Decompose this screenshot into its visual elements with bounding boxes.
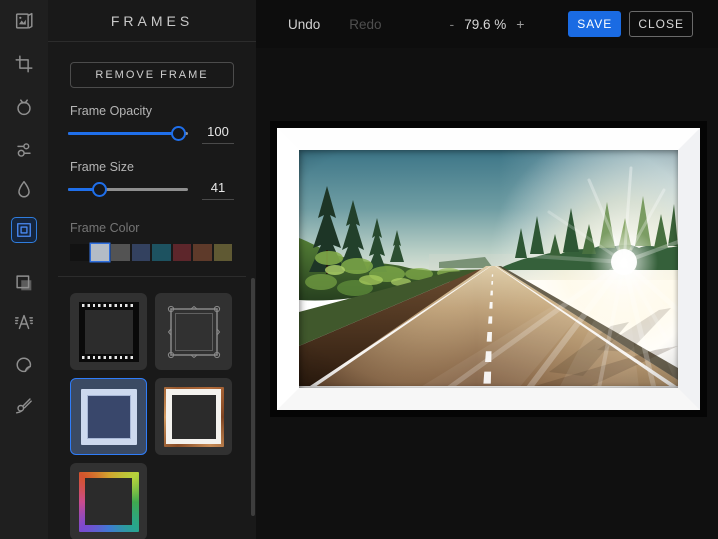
frame-color-swatch-0[interactable] [70, 244, 89, 261]
panel-scrollbar[interactable] [251, 278, 255, 516]
frame-color-swatch-3[interactable] [131, 244, 150, 261]
stickers-tool-icon[interactable] [11, 352, 37, 378]
frame-color-swatch-7[interactable] [213, 244, 232, 261]
frame-size-value[interactable]: 41 [202, 180, 234, 200]
panel-header: FRAMES [48, 0, 256, 42]
remove-frame-button[interactable]: REMOVE FRAME [70, 62, 234, 88]
panel-title: FRAMES [110, 12, 194, 29]
liquify-tool-icon[interactable] [11, 176, 37, 202]
adjust-tool-icon[interactable] [11, 94, 37, 120]
frame-thumb-classic-matte[interactable] [70, 378, 147, 455]
frame-color-swatch-2[interactable] [111, 244, 130, 261]
frame-size-label: Frame Size [70, 160, 134, 174]
frame-color-swatches [70, 244, 234, 261]
frame-thumb-film-strip[interactable] [70, 293, 147, 370]
slider-track[interactable] [68, 188, 188, 191]
canvas-photo [299, 150, 678, 388]
image-tool-icon[interactable] [11, 8, 37, 34]
workspace: Undo Redo - 79.6 % + SAVE CLOSE [256, 0, 718, 539]
frame-opacity-value[interactable]: 100 [202, 124, 234, 144]
frame-color-swatch-5[interactable] [172, 244, 191, 261]
save-button[interactable]: SAVE [568, 11, 622, 37]
draw-tool-icon[interactable] [11, 392, 37, 418]
slider-handle[interactable] [91, 181, 107, 197]
undo-button[interactable]: Undo [288, 17, 320, 32]
zoom-in-button[interactable]: + [506, 16, 534, 32]
zoom-level: 79.6 % [464, 16, 507, 32]
frame-thumb-grunge[interactable] [155, 378, 232, 455]
panel-divider [58, 276, 246, 277]
frame-matte [277, 128, 700, 410]
photo-editor-app: FRAMES REMOVE FRAME Frame Opacity 100 Fr… [0, 0, 718, 539]
frame-color-swatch-4[interactable] [152, 244, 171, 261]
redo-button[interactable]: Redo [349, 17, 381, 32]
zoom-out-button[interactable]: - [440, 16, 465, 32]
effects-tool-icon[interactable] [11, 137, 37, 163]
frame-thumb-ornate[interactable] [155, 293, 232, 370]
frame-size-slider[interactable] [68, 178, 188, 200]
canvas-area[interactable] [256, 48, 718, 539]
frames-tool-icon[interactable] [11, 217, 37, 243]
crop-tool-icon[interactable] [11, 51, 37, 77]
slider-handle[interactable] [170, 125, 186, 141]
frame-style-grid [70, 293, 232, 539]
zoom-controls: - 79.6 % + [440, 16, 535, 32]
frame-color-label: Frame Color [70, 221, 140, 235]
tool-rail [0, 0, 48, 539]
frames-panel: FRAMES REMOVE FRAME Frame Opacity 100 Fr… [48, 0, 256, 539]
topbar: Undo Redo - 79.6 % + SAVE CLOSE [256, 0, 718, 48]
frame-opacity-slider[interactable] [68, 122, 188, 144]
frame-color-swatch-6[interactable] [193, 244, 212, 261]
text-tool-icon[interactable] [11, 309, 37, 335]
close-button[interactable]: CLOSE [629, 11, 693, 37]
framed-image[interactable] [270, 121, 707, 417]
slider-fill [68, 132, 179, 135]
borders-tool-icon[interactable] [11, 270, 37, 296]
frame-thumb-rainbow[interactable] [70, 463, 147, 539]
frame-color-swatch-1[interactable] [90, 244, 109, 261]
frame-opacity-label: Frame Opacity [70, 104, 152, 118]
